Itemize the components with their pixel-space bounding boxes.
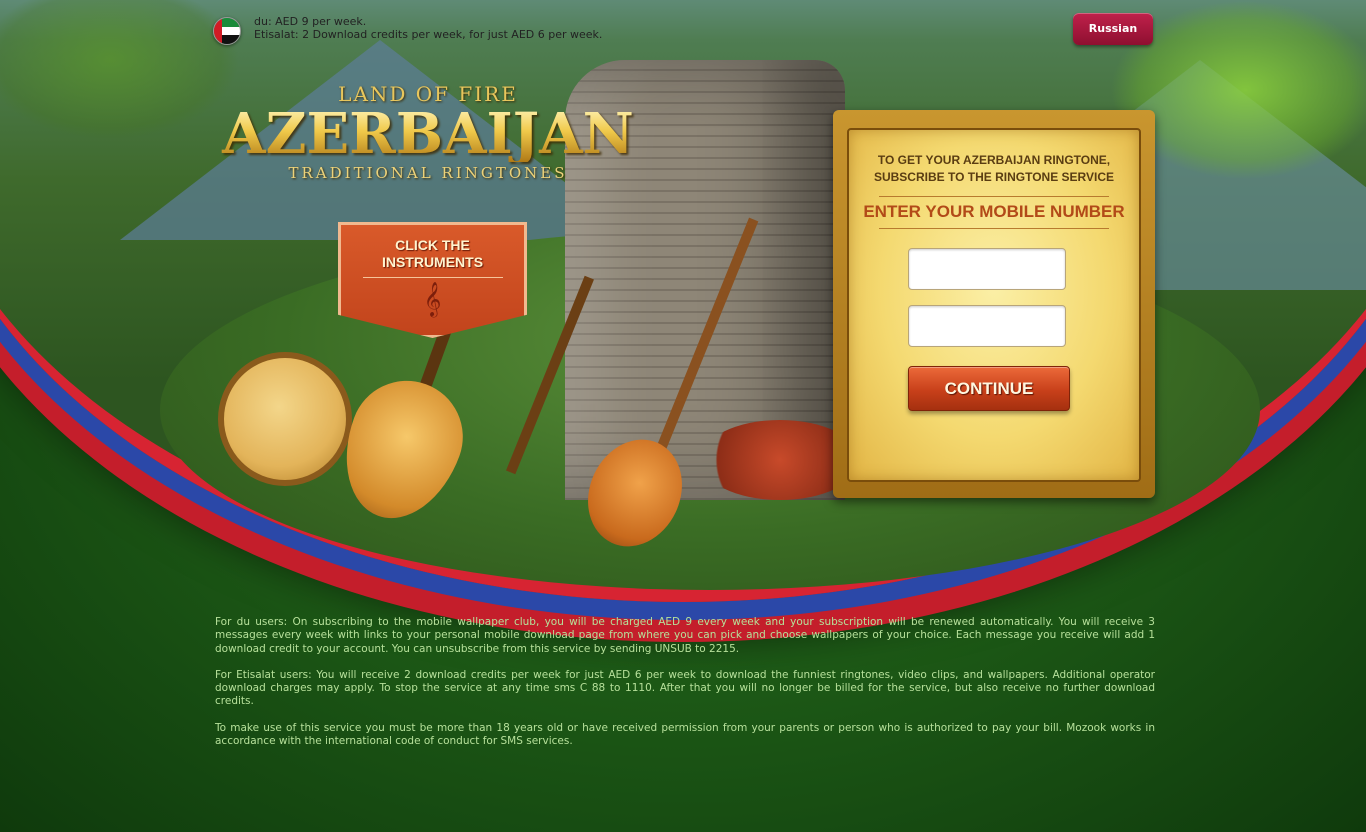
terms-etisalat: For Etisalat users: You will receive 2 d… [215, 668, 1155, 708]
click-instruments-banner[interactable]: CLICK THE INSTRUMENTS 𝄞 [338, 222, 527, 338]
terms-text: For du users: On subscribing to the mobi… [215, 616, 1155, 761]
logo-title: AZERBAIJAN [218, 106, 638, 162]
intro-line: SUBSCRIBE TO THE RINGTONE SERVICE [873, 170, 1115, 184]
terms-age: To make use of this service you must be … [215, 721, 1155, 748]
subscribe-form: TO GET YOUR AZERBAIJAN RINGTONE, SUBSCRI… [847, 128, 1141, 482]
subscribe-panel: TO GET YOUR AZERBAIJAN RINGTONE, SUBSCRI… [833, 110, 1155, 498]
divider [879, 196, 1109, 197]
continue-button[interactable]: CONTINUE [908, 366, 1070, 411]
mobile-number-input[interactable] [908, 248, 1066, 290]
treble-clef-icon: 𝄞 [423, 282, 442, 317]
language-russian-button[interactable]: Russian [1073, 13, 1153, 45]
divider [879, 228, 1109, 229]
terms-du: For du users: On subscribing to the mobi… [215, 616, 1155, 655]
etisalat-pricing-text: Etisalat: 2 Download credits per week, f… [254, 28, 603, 41]
site-logo: LAND OF FIRE AZERBAIJAN TRADITIONAL RING… [218, 82, 638, 182]
intro-line: TO GET YOUR AZERBAIJAN RINGTONE, [877, 153, 1111, 167]
du-pricing-text: du: AED 9 per week. [254, 15, 367, 28]
banner-label: CLICK THE INSTRUMENTS [381, 237, 484, 270]
subscribe-intro: TO GET YOUR AZERBAIJAN RINGTONE, SUBSCRI… [849, 152, 1139, 186]
mobile-number-confirm-input[interactable] [908, 305, 1066, 347]
mobile-number-heading: ENTER YOUR MOBILE NUMBER [863, 202, 1125, 221]
banner-divider [362, 277, 503, 278]
pricing-info: du: AED 9 per week. Etisalat: 2 Download… [254, 15, 602, 41]
instrument-drum[interactable] [218, 352, 352, 486]
uae-flag-icon [213, 17, 241, 45]
